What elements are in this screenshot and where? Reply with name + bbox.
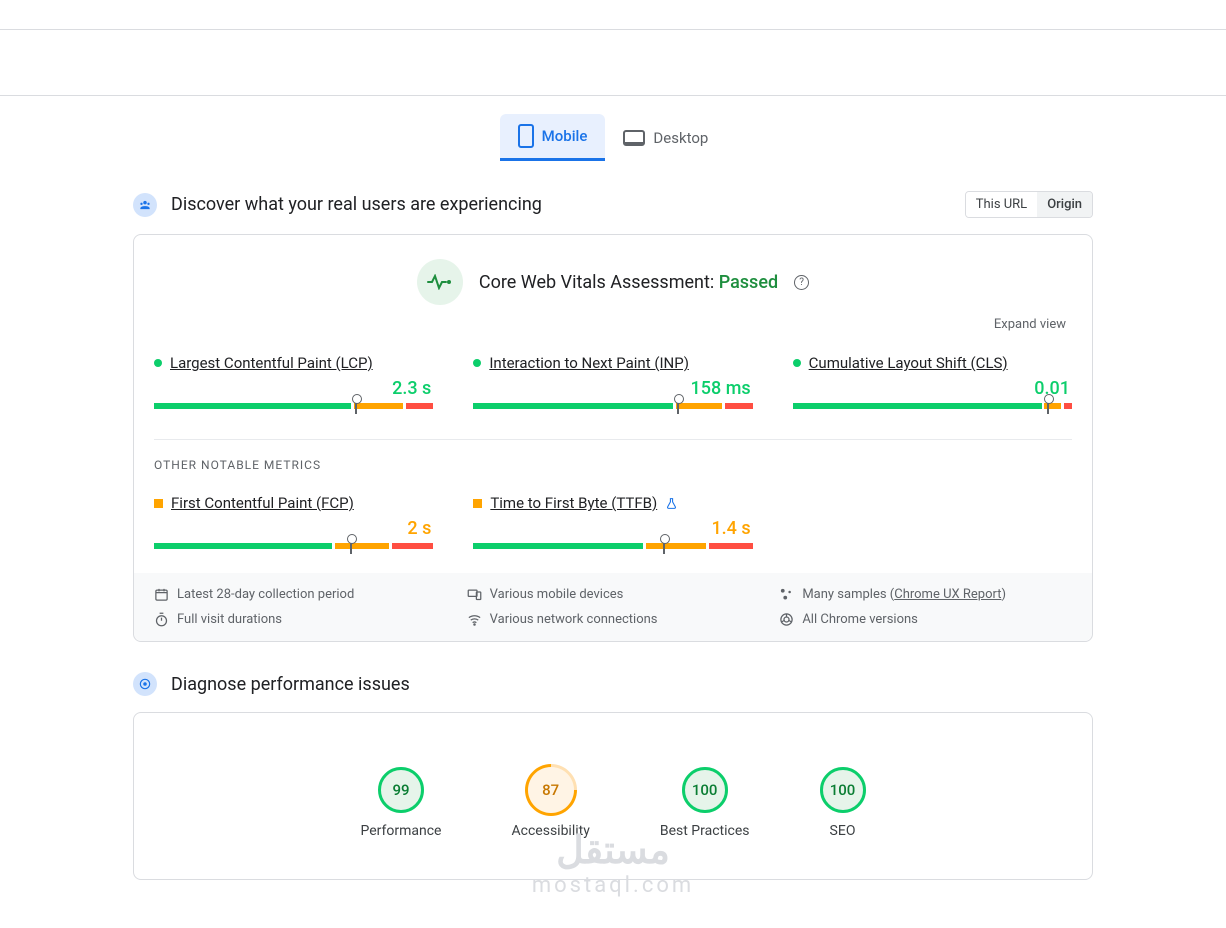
diagnose-icon (133, 672, 157, 696)
mobile-icon (518, 124, 534, 148)
calendar-icon (154, 587, 169, 602)
metric-name-link[interactable]: Interaction to Next Paint (INP) (489, 354, 689, 372)
chrome-ux-report-link[interactable]: Chrome UX Report (894, 587, 1001, 602)
experimental-icon (665, 497, 678, 510)
help-icon[interactable]: ? (794, 275, 809, 290)
percentile-marker (350, 538, 352, 554)
info-devices: Various mobile devices (490, 587, 624, 602)
wifi-icon (467, 612, 482, 627)
field-data-card: Core Web Vitals Assessment: Passed ? Exp… (133, 234, 1093, 642)
metric-name-link[interactable]: Time to First Byte (TTFB) (490, 494, 657, 512)
info-period: Latest 28-day collection period (177, 587, 354, 602)
info-samples: Many samples (Chrome UX Report) (802, 587, 1006, 602)
gauge-performance[interactable]: 99 Performance (361, 767, 442, 839)
gauge-label: Best Practices (660, 823, 750, 839)
users-icon (133, 193, 157, 217)
gauge-label: Performance (361, 823, 442, 839)
metric-name-link[interactable]: Largest Contentful Paint (LCP) (170, 354, 373, 372)
metric-item: Time to First Byte (TTFB) 1.4 s (473, 494, 752, 549)
tab-mobile[interactable]: Mobile (500, 114, 606, 161)
metric-item: Cumulative Layout Shift (CLS) 0.01 (793, 354, 1072, 409)
divider (154, 439, 1072, 440)
distribution-bar (473, 403, 752, 409)
gauge-label: SEO (830, 823, 856, 839)
core-metrics-grid: Largest Contentful Paint (LCP) 2.3 s Int… (154, 354, 1072, 409)
stopwatch-icon (154, 612, 169, 627)
info-chrome: All Chrome versions (802, 612, 918, 627)
lighthouse-card: 99 Performance 87 Accessibility 100 Best… (133, 712, 1093, 880)
desktop-icon (623, 130, 645, 146)
metric-name-link[interactable]: First Contentful Paint (FCP) (171, 494, 354, 512)
device-tabs: Mobile Desktop (0, 114, 1226, 161)
gauge-label: Accessibility (512, 823, 590, 839)
chrome-icon (779, 612, 794, 627)
other-metrics-label: OTHER NOTABLE METRICS (154, 458, 1072, 472)
discover-title: Discover what your real users are experi… (171, 194, 542, 215)
info-durations: Full visit durations (177, 612, 282, 627)
score-gauges: 99 Performance 87 Accessibility 100 Best… (154, 737, 1072, 879)
info-network: Various network connections (490, 612, 658, 627)
distribution-bar (473, 543, 752, 549)
metric-value: 0.01 (793, 378, 1070, 399)
gauge-best-practices[interactable]: 100 Best Practices (660, 767, 750, 839)
status-square-orange (154, 499, 163, 508)
toggle-origin[interactable]: Origin (1037, 192, 1092, 217)
diagnose-title: Diagnose performance issues (171, 674, 410, 695)
metric-name-link[interactable]: Cumulative Layout Shift (CLS) (809, 354, 1008, 372)
gauge-ring: 87 (528, 767, 574, 813)
tab-desktop[interactable]: Desktop (605, 114, 726, 161)
distribution-bar (154, 403, 433, 409)
metric-value: 2 s (154, 518, 431, 539)
toggle-this-url[interactable]: This URL (966, 192, 1037, 217)
cwv-status: Passed (719, 272, 778, 293)
url-input-underline[interactable] (133, 94, 1093, 95)
metric-item: Largest Contentful Paint (LCP) 2.3 s (154, 354, 433, 409)
metric-value: 1.4 s (473, 518, 750, 539)
percentile-marker (1047, 398, 1049, 414)
percentile-marker (355, 398, 357, 414)
metric-value: 158 ms (473, 378, 750, 399)
metric-item: First Contentful Paint (FCP) 2 s (154, 494, 433, 549)
gauge-accessibility[interactable]: 87 Accessibility (512, 767, 590, 839)
percentile-marker (677, 398, 679, 414)
metric-value: 2.3 s (154, 378, 431, 399)
tab-desktop-label: Desktop (653, 129, 708, 147)
other-metrics-grid: First Contentful Paint (FCP) 2 s Time to… (154, 494, 1072, 549)
metric-item: Interaction to Next Paint (INP) 158 ms (473, 354, 752, 409)
distribution-bar (793, 403, 1072, 409)
status-dot-green (793, 359, 801, 367)
collection-info-footer: Latest 28-day collection period Various … (134, 573, 1092, 641)
tab-mobile-label: Mobile (542, 127, 588, 145)
status-dot-green (154, 359, 162, 367)
cwv-assessment-title: Core Web Vitals Assessment: Passed (479, 272, 778, 293)
gauge-ring: 99 (378, 767, 424, 813)
cwv-pass-icon (417, 259, 463, 305)
top-blank-bar (0, 0, 1226, 30)
gauge-ring: 100 (682, 767, 728, 813)
gauge-seo[interactable]: 100 SEO (820, 767, 866, 839)
samples-icon (779, 587, 794, 602)
percentile-marker (663, 538, 665, 554)
devices-icon (467, 587, 482, 602)
expand-view-link[interactable]: Expand view (154, 317, 1066, 332)
gauge-ring: 100 (820, 767, 866, 813)
status-dot-green (473, 359, 481, 367)
search-row (0, 30, 1226, 96)
distribution-bar (154, 543, 433, 549)
url-origin-toggle: This URL Origin (965, 191, 1093, 218)
status-square-orange (473, 499, 482, 508)
